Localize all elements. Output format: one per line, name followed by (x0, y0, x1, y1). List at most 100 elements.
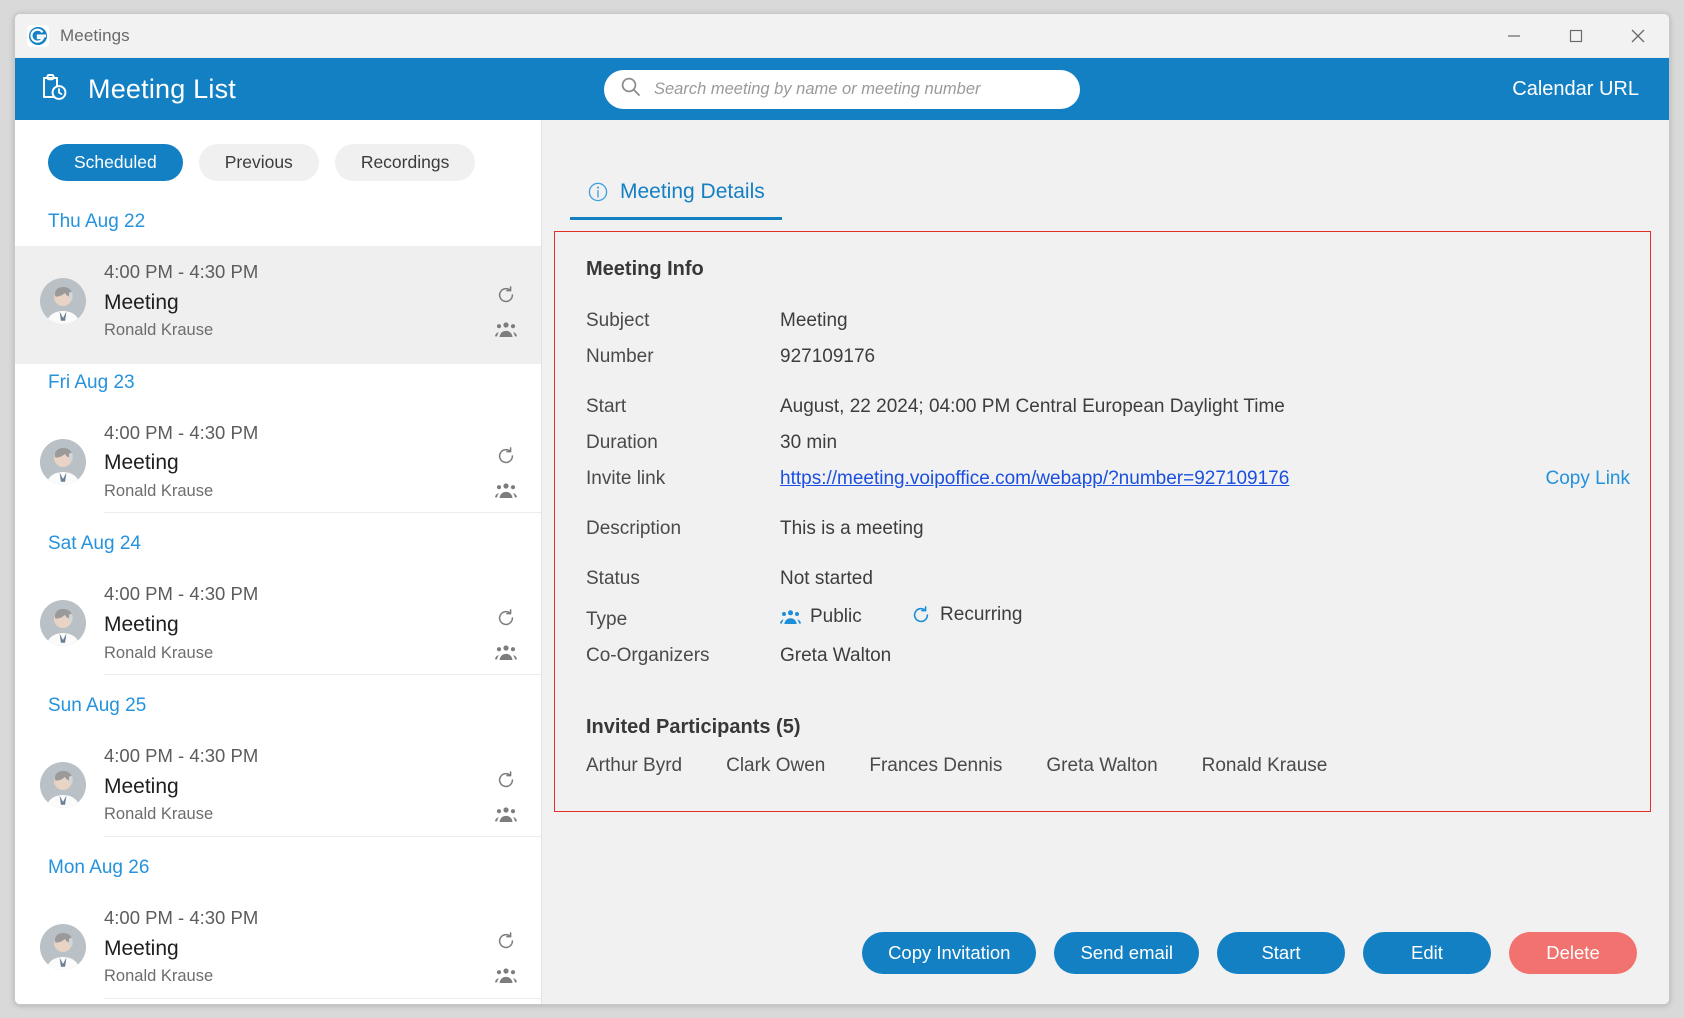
participant-name: Arthur Byrd (586, 755, 683, 776)
type-public-chip: Public (780, 599, 862, 635)
meeting-list-item[interactable]: 4:00 PM - 4:30 PM Meeting Ronald Krause (15, 730, 541, 849)
date-group-header: Sun Aug 25 (48, 695, 147, 717)
meeting-list-item[interactable]: 4:00 PM - 4:30 PM Meeting Ronald Krause (15, 892, 541, 1004)
subject-label: Subject (586, 310, 650, 331)
info-row-subject: Subject Meeting (555, 303, 1650, 339)
status-label: Status (586, 568, 640, 589)
recurring-icon (496, 446, 516, 466)
recurring-icon (496, 770, 516, 790)
copy-invitation-button[interactable]: Copy Invitation (862, 932, 1037, 974)
participant-name: Ronald Krause (1201, 755, 1328, 776)
delete-button[interactable]: Delete (1509, 932, 1637, 974)
avatar (40, 762, 86, 809)
meeting-time: 4:00 PM - 4:30 PM (104, 583, 259, 605)
avatar (40, 438, 86, 485)
invited-participants-heading: Invited Participants (5) (586, 716, 801, 738)
subject-value: Meeting (780, 310, 848, 331)
description-label: Description (586, 518, 682, 539)
meeting-info-card: Meeting Info Subject Meeting Number 9271… (554, 231, 1651, 812)
search-box[interactable] (604, 69, 1080, 109)
type-label: Type (586, 609, 628, 630)
page-title: Meeting List (88, 73, 236, 104)
date-group-header: Fri Aug 23 (48, 371, 135, 393)
participants-icon (495, 482, 517, 499)
info-row-number: Number 927109176 (555, 339, 1650, 375)
avatar (40, 923, 86, 970)
participants-icon (495, 644, 517, 661)
main-body: Scheduled Previous Recordings Thu Aug 22 (15, 120, 1669, 1004)
meeting-item-icons (493, 258, 519, 344)
app-logo-icon (27, 24, 49, 47)
maximize-icon[interactable] (1545, 14, 1607, 58)
meeting-title: Meeting (104, 290, 179, 314)
meeting-time: 4:00 PM - 4:30 PM (104, 261, 259, 282)
recurring-icon (496, 608, 516, 628)
meeting-item-icons (493, 904, 519, 990)
avatar (40, 600, 86, 647)
meeting-item-icons (493, 742, 519, 828)
close-icon[interactable] (1607, 14, 1669, 58)
info-row-status: Status Not started (555, 561, 1650, 597)
tab-meeting-details[interactable]: Meeting Details (570, 180, 782, 220)
date-group-header: Thu Aug 22 (48, 211, 146, 232)
recurring-icon (496, 285, 516, 305)
info-row-duration: Duration 30 min (555, 425, 1650, 461)
participant-name: Greta Walton (1046, 755, 1158, 776)
edit-button[interactable]: Edit (1363, 932, 1491, 974)
date-group-header: Mon Aug 26 (48, 856, 150, 878)
filter-tab-scheduled[interactable]: Scheduled (48, 144, 183, 181)
participants-icon (495, 321, 517, 338)
meeting-list-item[interactable]: 4:00 PM - 4:30 PM Meeting Ronald Krause (15, 568, 541, 687)
filter-tab-recordings[interactable]: Recordings (334, 144, 476, 181)
copy-link-button[interactable]: Copy Link (1546, 461, 1651, 497)
participant-name: Frances Dennis (869, 755, 1003, 776)
avatar (40, 278, 86, 324)
meeting-title: Meeting (104, 774, 179, 798)
meeting-info-heading: Meeting Info (586, 258, 704, 280)
invite-link-label: Invite link (586, 468, 666, 489)
type-recurring-chip: Recurring (911, 597, 1022, 633)
meeting-list[interactable]: Thu Aug 22 4:00 PM - 4:30 PM Meeting Ron… (15, 203, 541, 1004)
co-organizers-value: Greta Walton (780, 645, 892, 666)
tab-meeting-details-label: Meeting Details (620, 180, 765, 203)
meeting-host: Ronald Krause (104, 481, 214, 500)
header-title-group: Meeting List (37, 70, 236, 109)
application-window: Meetings Meeting List Search meeting by … (14, 13, 1670, 1005)
search-icon (620, 76, 641, 102)
info-row-description: Description This is a meeting (555, 511, 1650, 547)
meeting-time: 4:00 PM - 4:30 PM (104, 745, 259, 767)
description-value: This is a meeting (780, 518, 924, 539)
meeting-time: 4:00 PM - 4:30 PM (104, 906, 259, 928)
filter-tabs: Scheduled Previous Recordings (15, 120, 541, 203)
title-bar: Meetings (15, 14, 1669, 58)
date-group-header: Sat Aug 24 (48, 533, 141, 555)
meeting-title: Meeting (104, 451, 179, 475)
type-recurring-label: Recurring (940, 604, 1023, 625)
info-row-co-organizers: Co-Organizers Greta Walton (555, 638, 1650, 674)
info-row-invite-link: Invite link https://meeting.voipoffice.c… (555, 461, 1650, 497)
duration-value: 30 min (780, 432, 838, 453)
recurring-icon (911, 605, 931, 625)
meeting-list-item[interactable]: 4:00 PM - 4:30 PM Meeting Ronald Krause (15, 407, 541, 526)
meeting-list-item[interactable]: 4:00 PM - 4:30 PM Meeting Ronald Krause (15, 246, 541, 364)
info-circle-icon (587, 181, 609, 203)
meeting-item-icons (493, 580, 519, 666)
type-value: Public Recurring (780, 597, 1650, 638)
search-input[interactable] (654, 79, 1068, 99)
meeting-item-icons (493, 419, 519, 505)
meeting-host: Ronald Krause (104, 967, 214, 986)
minimize-icon[interactable] (1483, 14, 1545, 58)
window-title: Meetings (60, 25, 130, 45)
participants-icon (495, 967, 517, 984)
calendar-url-button[interactable]: Calendar URL (1512, 78, 1639, 101)
start-value: August, 22 2024; 04:00 PM Central Europe… (780, 396, 1285, 417)
send-email-button[interactable]: Send email (1054, 932, 1199, 974)
participants-icon (495, 806, 517, 823)
detail-action-bar: Copy Invitation Send email Start Edit De… (542, 932, 1669, 1004)
invite-link-value: https://meeting.voipoffice.com/webapp/?n… (780, 461, 1546, 497)
filter-tab-previous[interactable]: Previous (198, 144, 319, 181)
start-button[interactable]: Start (1217, 932, 1345, 974)
number-value: 927109176 (780, 346, 876, 367)
invite-link[interactable]: https://meeting.voipoffice.com/webapp/?n… (780, 468, 1289, 489)
meeting-title: Meeting (104, 613, 179, 637)
